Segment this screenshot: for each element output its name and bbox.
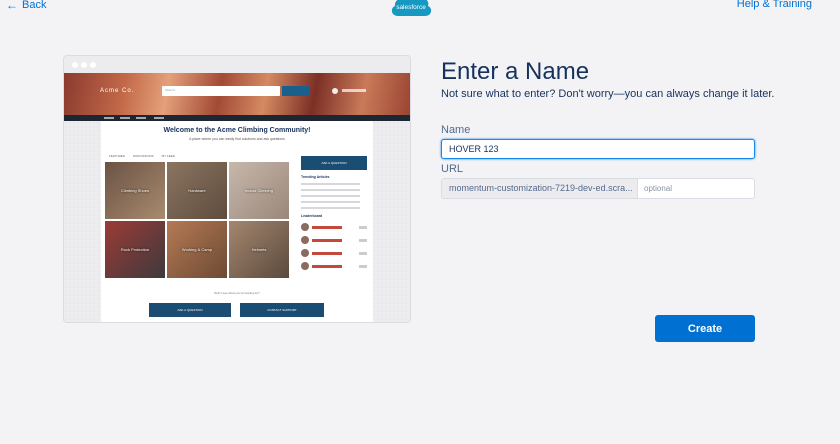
preview-sidebar: ASK A QUESTION Trending Articles Leaderb…	[301, 156, 367, 270]
preview-search: Search...	[162, 86, 280, 96]
preview-bottom-prompt: Didn't see what you're looking for?	[214, 291, 260, 295]
window-dot	[72, 61, 78, 68]
preview-line	[301, 183, 361, 185]
preview-line	[301, 189, 361, 191]
preview-topic-grid: Climbing Shoes Hardware Indoor Climbing …	[105, 162, 289, 280]
preview-tab: DISCUSSIONS	[132, 154, 154, 158]
preview-tile: Working & Camp	[167, 221, 227, 278]
window-dot	[81, 61, 87, 68]
preview-contact-support-button: CONTACT SUPPORT	[240, 303, 324, 317]
name-input[interactable]: HOVER 123	[441, 139, 755, 159]
preview-tabs: FEATURED DISCUSSIONS MY FEED	[109, 154, 175, 158]
url-label: URL	[441, 163, 464, 175]
preview-page: Welcome to the Acme Climbing Community! …	[101, 121, 373, 322]
preview-ask-question-button: ASK A QUESTION	[149, 303, 231, 317]
preview-search-button	[282, 86, 310, 96]
site-preview: Acme Co. Search... Welcome to the Acme C…	[64, 56, 410, 322]
preview-tab: MY FEED	[161, 154, 175, 158]
preview-search-placeholder: Search...	[165, 88, 178, 92]
preview-button-label: CONTACT SUPPORT	[267, 308, 297, 312]
preview-leader-row	[301, 249, 367, 257]
preview-tile: Hardware	[167, 162, 227, 219]
preview-tile: Helmets	[229, 221, 289, 278]
preview-line	[301, 207, 361, 209]
preview-window-chrome	[64, 56, 410, 73]
preview-tab: FEATURED	[109, 154, 125, 158]
preview-line	[301, 201, 361, 203]
preview-ask-button: ASK A QUESTION	[301, 156, 367, 170]
preview-leader-row	[301, 236, 367, 244]
url-prefix: momentum-customization-7219-dev-ed.scra.…	[441, 178, 637, 199]
salesforce-logo: salesforce	[391, 0, 432, 16]
preview-avatar	[332, 88, 338, 94]
preview-ask-label: ASK A QUESTION	[321, 161, 347, 165]
top-bar: ← Back salesforce Help & Training	[0, 0, 840, 20]
preview-button-label: ASK A QUESTION	[177, 308, 203, 312]
preview-title: Welcome to the Acme Climbing Community!	[163, 127, 311, 134]
preview-leaderboard-title: Leaderboard	[301, 214, 323, 218]
create-button[interactable]: Create	[655, 315, 755, 342]
help-training-link[interactable]: Help & Training	[737, 0, 812, 10]
back-link[interactable]: ← Back	[6, 0, 46, 12]
preview-hero: Acme Co. Search...	[64, 73, 410, 115]
preview-tile: Rock Protection	[105, 221, 165, 278]
preview-leader-row	[301, 223, 367, 231]
svg-text:salesforce: salesforce	[396, 4, 426, 11]
preview-line	[301, 195, 361, 197]
preview-user-name	[342, 89, 366, 92]
back-label: Back	[22, 0, 47, 11]
page-subtitle: Not sure what to enter? Don't worry—you …	[441, 88, 775, 100]
preview-tile: Climbing Shoes	[105, 162, 165, 219]
preview-tile: Indoor Climbing	[229, 162, 289, 219]
preview-brand: Acme Co.	[100, 88, 135, 94]
preview-body: Acme Co. Search... Welcome to the Acme C…	[64, 73, 410, 322]
preview-leader-row	[301, 262, 367, 270]
name-label: Name	[441, 124, 471, 136]
page-title: Enter a Name	[441, 58, 590, 85]
preview-trending-title: Trending Articles	[301, 175, 330, 179]
preview-subtitle: A place where you can easily find soluti…	[189, 137, 285, 141]
window-dot	[90, 61, 96, 68]
arrow-left-icon: ←	[6, 0, 18, 12]
url-suffix-input[interactable]	[637, 178, 755, 199]
